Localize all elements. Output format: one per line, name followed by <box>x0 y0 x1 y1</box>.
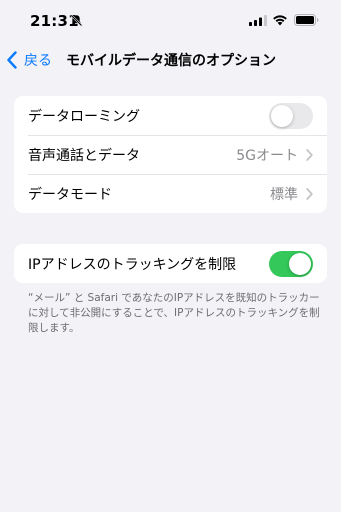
chevron-left-icon <box>7 51 17 69</box>
chevron-right-icon <box>306 148 313 161</box>
wifi-icon <box>273 15 287 26</box>
bell-slash-icon <box>70 14 83 27</box>
data-roaming-toggle[interactable] <box>269 102 313 129</box>
toggle-knob <box>271 104 293 127</box>
data-mode-label: データモード <box>28 186 112 203</box>
data-mode-value: 標準 <box>270 186 298 203</box>
row-limit-ip-tracking: IPアドレスのトラッキングを制限 <box>14 244 327 283</box>
chevron-right-icon <box>306 187 313 200</box>
navigation-bar: 戻る モバイルデータ通信のオプション <box>0 44 341 76</box>
settings-group-privacy: IPアドレスのトラッキングを制限 <box>14 244 327 283</box>
battery-icon <box>294 14 319 26</box>
row-data-roaming: データローミング <box>14 96 327 135</box>
row-voice-and-data[interactable]: 音声通話とデータ 5Gオート <box>14 135 327 174</box>
settings-group-data: データローミング 音声通話とデータ 5Gオート データモード 標準 <box>14 96 327 213</box>
limit-ip-tracking-toggle[interactable] <box>269 250 313 277</box>
limit-ip-tracking-label: IPアドレスのトラッキングを制限 <box>28 256 237 273</box>
status-bar: 21:31 <box>0 0 341 40</box>
signal-icon <box>249 15 267 26</box>
data-roaming-label: データローミング <box>28 108 140 125</box>
back-button[interactable]: 戻る <box>6 48 52 72</box>
voice-and-data-value: 5Gオート <box>236 147 298 164</box>
footer-note: “メール” と Safari であなたのIPアドレスを既知のトラッカーに対して非… <box>28 292 320 334</box>
row-data-mode[interactable]: データモード 標準 <box>14 174 327 213</box>
page-title: モバイルデータ通信のオプション <box>66 53 276 69</box>
voice-and-data-label: 音声通話とデータ <box>28 147 140 164</box>
toggle-knob <box>289 252 311 275</box>
back-label: 戻る <box>24 53 52 69</box>
